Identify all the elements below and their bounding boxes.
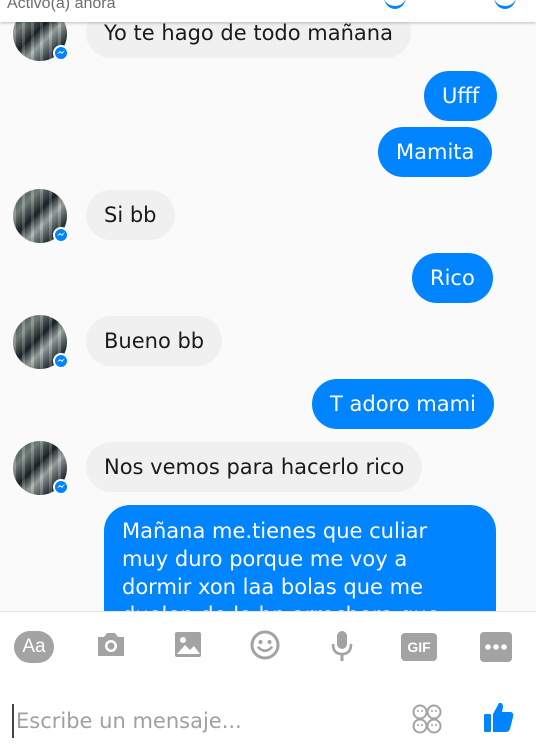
message-bubble-outgoing-long[interactable]: Mañana me.tienes que culiar muy duro por… xyxy=(104,505,496,611)
messenger-badge-icon xyxy=(53,479,69,495)
message-bubble-outgoing[interactable]: T adoro mami xyxy=(312,379,494,429)
message-list[interactable]: Yo te hago de todo mañana Ufff Mamita Si… xyxy=(0,0,536,611)
more-icon[interactable] xyxy=(480,632,512,666)
chat-screen: Yo te hago de todo mañana Ufff Mamita Si… xyxy=(0,0,536,746)
image-icon[interactable] xyxy=(173,629,203,663)
conversation-header: Activo(a) ahora xyxy=(0,0,536,22)
stickers-icon[interactable] xyxy=(411,703,443,739)
message-line: muy duro porque me voy a xyxy=(122,547,408,571)
message-bubble-incoming[interactable]: Bueno bb xyxy=(86,316,223,366)
contact-avatar[interactable] xyxy=(13,315,69,369)
message-bubble-incoming[interactable]: Nos vemos para hacerlo rico xyxy=(86,442,423,492)
video-call-icon[interactable] xyxy=(494,0,516,9)
call-icon[interactable] xyxy=(384,0,406,9)
messenger-badge-icon xyxy=(53,45,69,61)
message-line: duelen de lo bn arrechera que xyxy=(122,601,478,611)
message-bubble-outgoing[interactable]: Ufff xyxy=(424,71,498,121)
microphone-icon[interactable] xyxy=(330,629,354,667)
message-bubble-incoming[interactable]: Si bb xyxy=(86,190,175,240)
message-line: dormir xon laa bolas que me xyxy=(122,575,424,599)
like-thumb-icon[interactable] xyxy=(482,700,516,738)
emoji-icon[interactable] xyxy=(249,629,281,665)
active-status: Activo(a) ahora xyxy=(7,0,116,12)
contact-avatar[interactable] xyxy=(13,189,69,243)
messenger-badge-icon xyxy=(53,353,69,369)
text-format-button[interactable]: Aa xyxy=(14,631,54,663)
gif-button[interactable]: GIF xyxy=(401,633,437,661)
contact-avatar[interactable] xyxy=(13,441,69,495)
camera-icon[interactable] xyxy=(95,629,127,663)
message-bubble-outgoing[interactable]: Mamita xyxy=(378,127,493,177)
message-input[interactable] xyxy=(12,704,396,738)
messenger-badge-icon xyxy=(53,227,69,243)
message-bubble-outgoing[interactable]: Rico xyxy=(412,253,493,303)
message-line: Mañana me.tienes que culiar xyxy=(122,519,428,543)
composer: Aa GIF Escribe un mensaje... xyxy=(0,611,536,746)
